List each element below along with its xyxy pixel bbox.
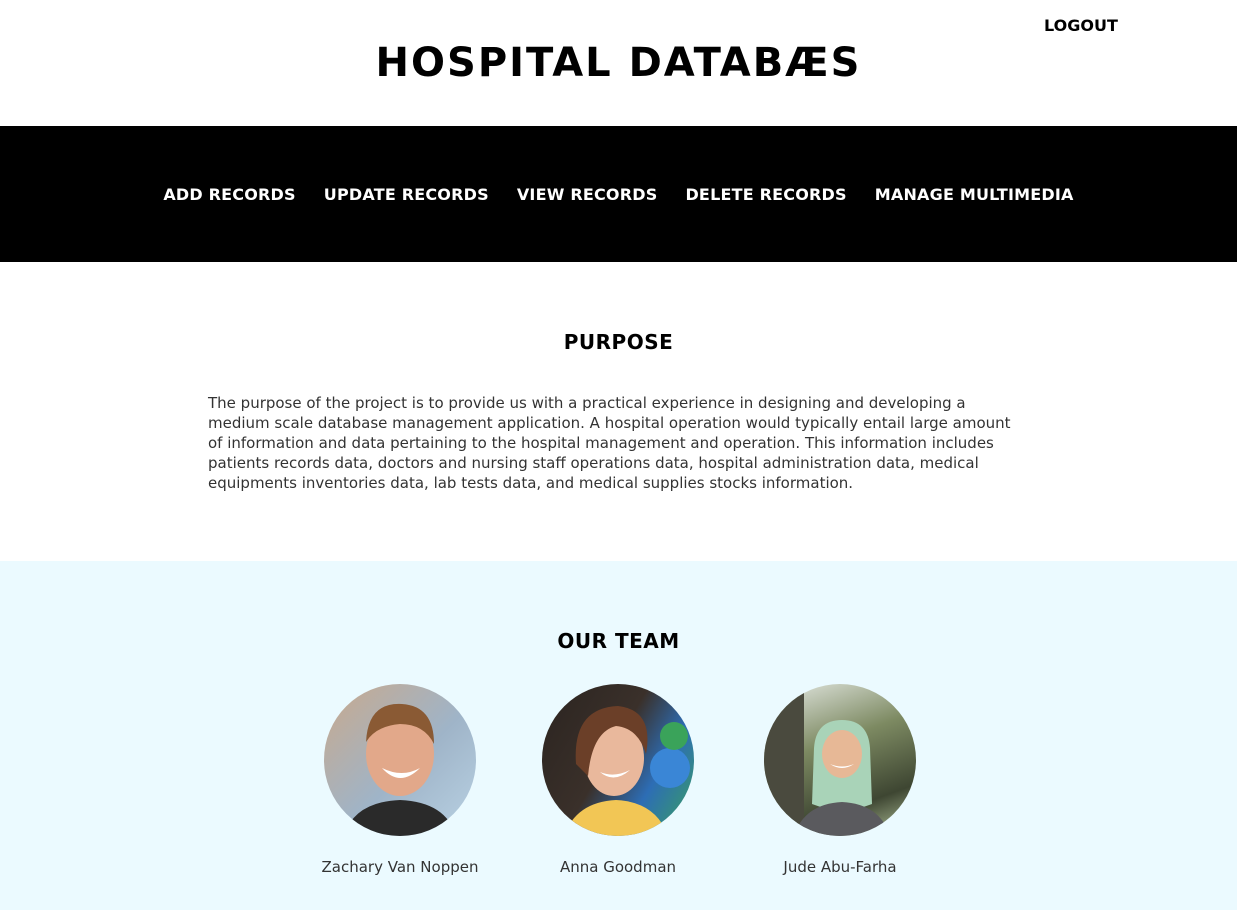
avatar-photo-icon [564, 706, 690, 836]
nav-add-records[interactable]: ADD RECORDS [163, 185, 295, 204]
member-name: Jude Abu-Farha [783, 858, 897, 876]
avatar-photo-icon [344, 703, 456, 836]
nav-links: ADD RECORDS UPDATE RECORDS VIEW RECORDS … [163, 185, 1073, 204]
member-name: Zachary Van Noppen [321, 858, 479, 876]
member-name: Anna Goodman [559, 858, 677, 876]
team-member-card: Zachary Van Noppen [300, 684, 500, 876]
nav-view-records[interactable]: VIEW RECORDS [517, 185, 658, 204]
team-member-card: Anna Goodman [518, 684, 718, 876]
main-navbar: ADD RECORDS UPDATE RECORDS VIEW RECORDS … [0, 126, 1237, 262]
purpose-section: PURPOSE The purpose of the project is to… [0, 262, 1237, 561]
team-section: OUR TEAM Zachary Van Noppen Anna Goodman [0, 561, 1237, 910]
site-title: HOSPITAL DATABÆS [375, 40, 862, 86]
avatar [764, 684, 916, 836]
nav-delete-records[interactable]: DELETE RECORDS [685, 185, 846, 204]
avatar [542, 684, 694, 836]
purpose-text: The purpose of the project is to provide… [208, 394, 1011, 492]
logout-link[interactable]: LOGOUT [1044, 16, 1118, 35]
team-member-card: Jude Abu-Farha [740, 684, 940, 876]
site-header: HOSPITAL DATABÆS LOGOUT [0, 0, 1237, 126]
avatar [324, 684, 476, 836]
avatar-photo-icon [764, 684, 890, 836]
nav-update-records[interactable]: UPDATE RECORDS [324, 185, 489, 204]
nav-manage-multimedia[interactable]: MANAGE MULTIMEDIA [875, 185, 1074, 204]
team-heading: OUR TEAM [557, 629, 680, 653]
purpose-heading: PURPOSE [563, 330, 674, 354]
